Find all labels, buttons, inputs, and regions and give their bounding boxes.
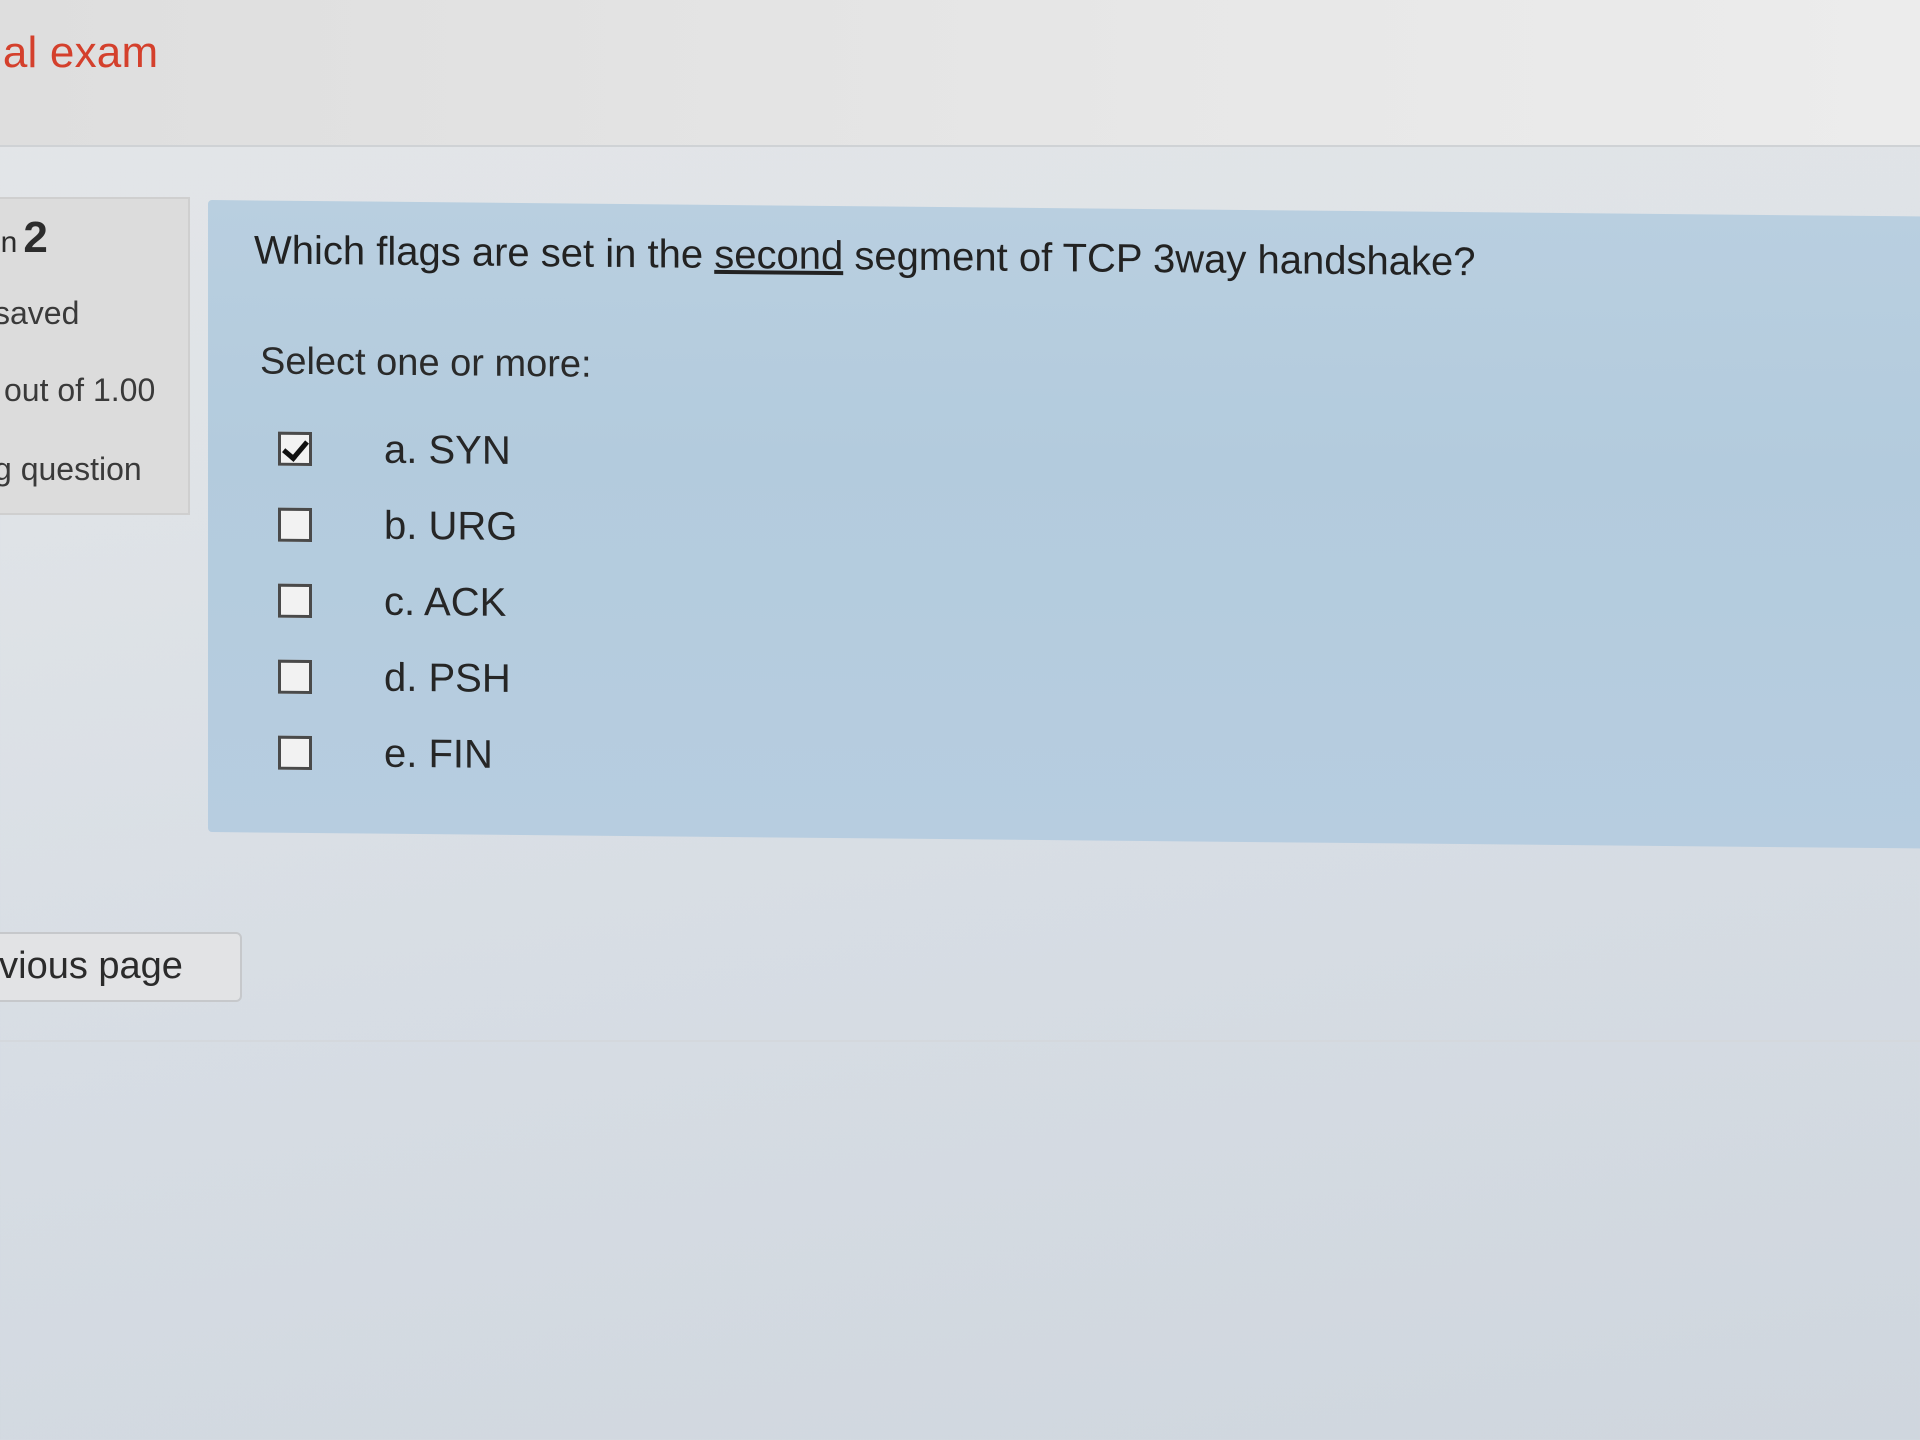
answer-label-a[interactable]: a. SYN (384, 427, 511, 473)
question-text: Which flags are set in the second segmen… (254, 228, 1475, 285)
answer-option-c[interactable]: c. ACK (278, 563, 506, 639)
answer-label-e[interactable]: e. FIN (384, 731, 493, 777)
answer-checkbox-c[interactable] (278, 583, 312, 618)
answer-list: a. SYN b. URG c. ACK d. PSH e. FIN (278, 411, 517, 791)
answer-label-c[interactable]: c. ACK (384, 579, 506, 625)
answer-checkbox-b[interactable] (278, 507, 312, 542)
page-header: rial exam (0, 0, 1920, 147)
question-content: Which flags are set in the second segmen… (208, 200, 1920, 849)
answer-checkbox-d[interactable] (278, 659, 312, 694)
section-divider (0, 1040, 1920, 1042)
question-text-emphasis: second (714, 232, 844, 279)
question-number-value: 2 (23, 213, 48, 262)
answer-option-a[interactable]: a. SYN (278, 411, 511, 487)
question-text-start: Which flags are set in the (254, 228, 715, 277)
question-grade: out of 1.00 (4, 372, 156, 408)
answer-option-e[interactable]: e. FIN (278, 715, 493, 791)
answer-option-b[interactable]: b. URG (278, 487, 517, 563)
answer-option-d[interactable]: d. PSH (278, 639, 511, 715)
previous-page-button[interactable]: evious page (0, 932, 242, 1002)
exam-title: rial exam (0, 28, 159, 77)
question-text-end: segment of TCP 3way handshake? (843, 234, 1476, 285)
answer-status: saved (0, 295, 80, 331)
answer-prompt: Select one or more: (260, 340, 592, 386)
flag-question-link[interactable]: g question (0, 451, 142, 488)
question-number-label: on (0, 226, 18, 259)
previous-page-label: evious page (0, 945, 183, 987)
answer-checkbox-e[interactable] (278, 735, 312, 770)
question-info-panel: on2 saved out of 1.00 g question (0, 197, 190, 515)
answer-label-d[interactable]: d. PSH (384, 655, 511, 701)
question-number: on2 (0, 213, 48, 263)
answer-label-b[interactable]: b. URG (384, 503, 517, 549)
answer-checkbox-a[interactable] (278, 431, 312, 466)
